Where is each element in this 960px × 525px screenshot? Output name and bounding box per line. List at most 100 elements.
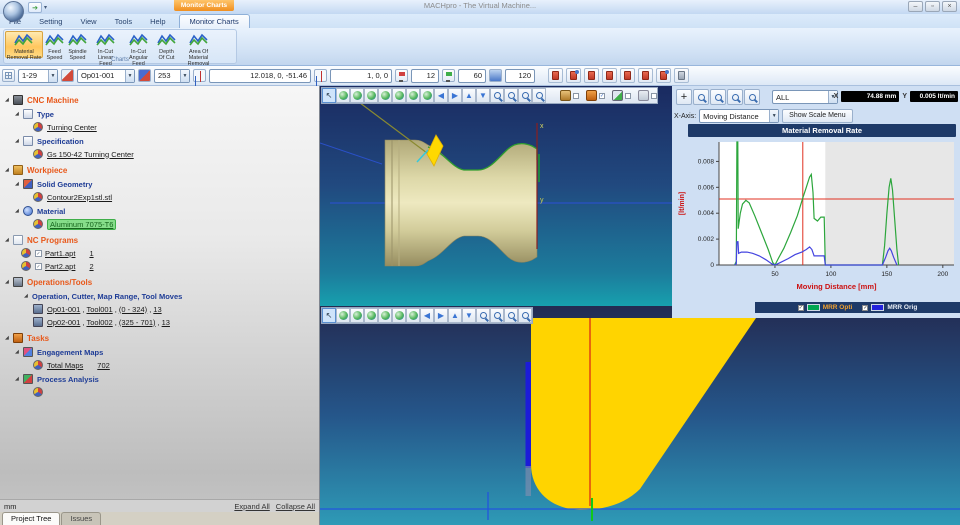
menu-help[interactable]: Help [141, 15, 174, 28]
chevron-down-icon[interactable]: ▼ [125, 70, 134, 82]
chart-doc-gray-icon[interactable] [674, 68, 689, 83]
tree-item-aluminum-7075-t6[interactable]: Aluminum 7075-T6 [0, 218, 319, 230]
position-field[interactable]: 12.018, 0, -51.46 [209, 69, 311, 83]
application-orb-button[interactable] [3, 1, 24, 22]
tree-extra-value[interactable]: 702 [97, 361, 110, 370]
chart-link-icon-2[interactable] [656, 68, 671, 83]
tree-expander-icon[interactable]: ◢ [15, 376, 23, 382]
block-select[interactable]: 253▼ [154, 69, 190, 83]
toggle-checkbox[interactable] [573, 93, 579, 99]
ribbon-button-depth-of-cut[interactable]: DepthOf Cut [156, 31, 177, 58]
tree-item-solid-geometry[interactable]: ◢Solid Geometry [0, 178, 319, 190]
minimize-button[interactable]: – [908, 1, 923, 12]
view-back-button[interactable] [364, 308, 378, 323]
view-front-button[interactable] [350, 308, 364, 323]
tree-item-specification[interactable]: ◢Specification [0, 135, 319, 147]
tree-expander-icon[interactable]: ◢ [5, 335, 13, 341]
ribbon-button-spindle-speed[interactable]: SpindleSpeed [66, 31, 89, 58]
value-b-field[interactable]: 60 [458, 69, 486, 83]
tree-label[interactable]: Gs 150-42 Turning Center [47, 150, 134, 159]
tree-item-part2-apt[interactable]: ✓Part2.apt2 [0, 260, 319, 272]
zoom-fit-button[interactable] [532, 88, 546, 103]
chart-doc-icon-2[interactable] [602, 68, 617, 83]
viewport-closeup[interactable]: ↖◀▶▲▼ [320, 306, 960, 525]
tree-expander-icon[interactable]: ◢ [5, 279, 13, 285]
menu-view[interactable]: View [71, 15, 105, 28]
pan-down-button[interactable]: ▼ [476, 88, 490, 103]
view-top-button[interactable] [406, 88, 420, 103]
tree-extra-value[interactable]: 1 [89, 249, 93, 258]
stock-box-toggle[interactable] [560, 90, 579, 101]
expand-all-link[interactable]: Expand All [234, 502, 269, 511]
tree-item-operation-cutter-map-range-tool-moves[interactable]: ◢Operation, Cutter, Map Range, Tool Move… [0, 290, 319, 302]
tree-link-tool001[interactable]: Tool001 [86, 305, 112, 314]
tree-item-total-maps[interactable]: Total Maps 702 [0, 359, 319, 371]
tree-item-contour2exp1stl-stl[interactable]: Contour2Exp1stl.stl [0, 191, 319, 203]
zoom-fit-button[interactable] [518, 308, 532, 323]
toggle-checkbox[interactable] [651, 93, 657, 99]
tree-link-tool002[interactable]: Tool002 [86, 318, 112, 327]
tree-expander-icon[interactable]: ◢ [15, 349, 23, 355]
tree-item-gs-150-42-turning-center[interactable]: Gs 150-42 Turning Center [0, 148, 319, 160]
workpiece-box-toggle[interactable]: ✓ [586, 90, 605, 101]
view-front-button[interactable] [350, 88, 364, 103]
close-button[interactable]: × [942, 1, 957, 12]
chevron-down-icon[interactable]: ▼ [180, 70, 189, 82]
chart-range-select[interactable]: ALL▼ [772, 90, 838, 104]
tree-expander-icon[interactable]: ◢ [15, 181, 23, 187]
collapse-all-link[interactable]: Collapse All [276, 502, 315, 511]
tab-issues[interactable]: Issues [61, 512, 101, 525]
zoom-window-button[interactable] [504, 308, 518, 323]
tree-item-turning-center[interactable]: Turning Center [0, 121, 319, 133]
tree-expander-icon[interactable]: ◢ [5, 237, 13, 243]
mrr-chart[interactable]: 00.0020.0040.0060.00850100150200Moving D… [674, 138, 958, 296]
legend-checkbox[interactable]: ✓ [798, 305, 804, 311]
grid-icon[interactable] [2, 69, 15, 82]
tool-toggle[interactable] [612, 90, 631, 101]
pan-right-button[interactable]: ▶ [434, 308, 448, 323]
zoom-window-button[interactable] [727, 89, 743, 105]
open-icon[interactable]: ➔ [28, 2, 42, 13]
view-left-button[interactable] [378, 308, 392, 323]
ribbon-button-area-of-material-removal[interactable]: Area Of MaterialRemoval [178, 31, 219, 58]
tree-checkbox[interactable]: ✓ [35, 250, 42, 257]
zoom-fit-button[interactable] [744, 89, 760, 105]
plane-toggle[interactable] [638, 90, 657, 101]
tree-label[interactable]: Total Maps [47, 361, 83, 370]
tree-item-op02-001-tool002-325-701-13[interactable]: Op02-001,Tool002,(325 - 701),13 [0, 316, 319, 328]
view-right-button[interactable] [392, 308, 406, 323]
tree-item-workpiece[interactable]: ◢Workpiece [0, 164, 319, 176]
tree-item-process-analysis[interactable]: ◢Process Analysis [0, 373, 319, 385]
tree-item-material[interactable]: ◢Material [0, 205, 319, 217]
menu-tools[interactable]: Tools [106, 15, 142, 28]
zoom-out-button[interactable] [504, 88, 518, 103]
chart-doc-icon-1[interactable] [584, 68, 599, 83]
tree-item-item[interactable] [0, 386, 319, 398]
select-pointer-button[interactable]: ↖ [322, 88, 336, 103]
tree-item-type[interactable]: ◢Type [0, 108, 319, 120]
pan-left-button[interactable]: ◀ [434, 88, 448, 103]
tree-expander-icon[interactable]: ◢ [15, 138, 23, 144]
view-left-button[interactable] [378, 88, 392, 103]
tree-expander-icon[interactable]: ◢ [24, 293, 32, 299]
zoom-in-button[interactable] [693, 89, 709, 105]
ribbon-button-material-removal-rate[interactable]: MaterialRemoval Rate [5, 31, 43, 58]
pan-down-button[interactable]: ▼ [462, 308, 476, 323]
tree-link-13[interactable]: 13 [153, 305, 161, 314]
tree-expander-icon[interactable]: ◢ [5, 97, 13, 103]
zoom-in-button[interactable] [490, 88, 504, 103]
pan-left-button[interactable]: ◀ [420, 308, 434, 323]
select-pointer-button[interactable]: ↖ [322, 308, 336, 323]
value-a-field[interactable]: 12 [411, 69, 439, 83]
pan-right-button[interactable]: ▶ [448, 88, 462, 103]
viewport-model[interactable]: x y ↖◀▶▲▼✓ [320, 86, 672, 306]
zoom-out-button[interactable] [490, 308, 504, 323]
tree-label[interactable]: Part2.apt [45, 262, 75, 271]
orientation-field[interactable]: 1, 0, 0 [330, 69, 392, 83]
range-select[interactable]: 1-29▼ [18, 69, 58, 83]
zoom-in-button[interactable] [476, 308, 490, 323]
tree-item-part1-apt[interactable]: ✓Part1.apt1 [0, 247, 319, 259]
chevron-down-icon[interactable]: ▼ [48, 70, 57, 82]
tab-monitor-charts[interactable]: Monitor Charts [179, 14, 250, 28]
tree-expander-icon[interactable]: ◢ [5, 167, 13, 173]
